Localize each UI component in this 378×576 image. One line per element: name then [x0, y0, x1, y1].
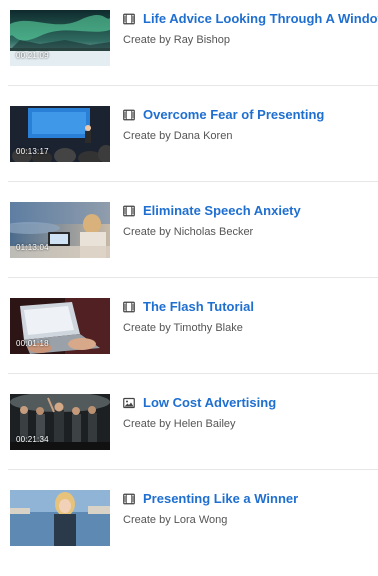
woman-thumbnail-image	[10, 490, 110, 546]
list-item[interactable]: 00:21:34 Low Cost Advertising Create by …	[0, 384, 378, 480]
video-duration: 00:21:34	[16, 435, 49, 444]
divider	[8, 181, 378, 182]
film-icon	[123, 301, 135, 313]
video-thumbnail[interactable]: 00:21:34	[10, 394, 110, 450]
item-author: Create by Nicholas Becker	[123, 226, 254, 238]
item-title-row: Low Cost Advertising	[123, 394, 276, 412]
video-thumbnail[interactable]	[10, 490, 110, 546]
video-thumbnail[interactable]: 00:13:17	[10, 106, 110, 162]
item-title-link[interactable]: Low Cost Advertising	[143, 394, 276, 412]
item-title-link[interactable]: Presenting Like a Winner	[143, 490, 298, 508]
divider	[8, 85, 378, 86]
item-author: Create by Helen Bailey	[123, 418, 236, 430]
divider	[8, 373, 378, 374]
film-icon	[123, 13, 135, 25]
film-icon	[123, 109, 135, 121]
list-item[interactable]: 01:13:04 Eliminate Speech Anxiety Create…	[0, 192, 378, 288]
list-item[interactable]: Presenting Like a Winner Create by Lora …	[0, 480, 378, 576]
film-icon	[123, 493, 135, 505]
item-author: Create by Lora Wong	[123, 514, 228, 526]
list-item[interactable]: 00:01:18 The Flash Tutorial Create by Ti…	[0, 288, 378, 384]
item-title-row: The Flash Tutorial	[123, 298, 254, 316]
image-icon	[123, 397, 135, 409]
video-thumbnail[interactable]: 00:21:09	[10, 10, 110, 66]
list-item[interactable]: 00:21:09 Life Advice Looking Through A W…	[0, 0, 378, 96]
video-thumbnail[interactable]: 01:13:04	[10, 202, 110, 258]
divider	[8, 277, 378, 278]
item-title-link[interactable]: Overcome Fear of Presenting	[143, 106, 324, 124]
divider	[8, 469, 378, 470]
item-title-link[interactable]: Life Advice Looking Through A Window	[143, 10, 378, 28]
film-icon	[123, 205, 135, 217]
list-item[interactable]: 00:13:17 Overcome Fear of Presenting Cre…	[0, 96, 378, 192]
video-duration: 00:21:09	[16, 51, 49, 60]
item-author: Create by Dana Koren	[123, 130, 233, 142]
item-title-link[interactable]: Eliminate Speech Anxiety	[143, 202, 301, 220]
item-title-row: Eliminate Speech Anxiety	[123, 202, 301, 220]
item-author: Create by Timothy Blake	[123, 322, 243, 334]
item-title-row: Presenting Like a Winner	[123, 490, 298, 508]
item-author: Create by Ray Bishop	[123, 34, 230, 46]
video-thumbnail[interactable]: 00:01:18	[10, 298, 110, 354]
item-title-row: Life Advice Looking Through A Window	[123, 10, 378, 28]
video-duration: 00:13:17	[16, 147, 49, 156]
video-duration: 01:13:04	[16, 243, 49, 252]
video-duration: 00:01:18	[16, 339, 49, 348]
item-title-row: Overcome Fear of Presenting	[123, 106, 324, 124]
item-title-link[interactable]: The Flash Tutorial	[143, 298, 254, 316]
